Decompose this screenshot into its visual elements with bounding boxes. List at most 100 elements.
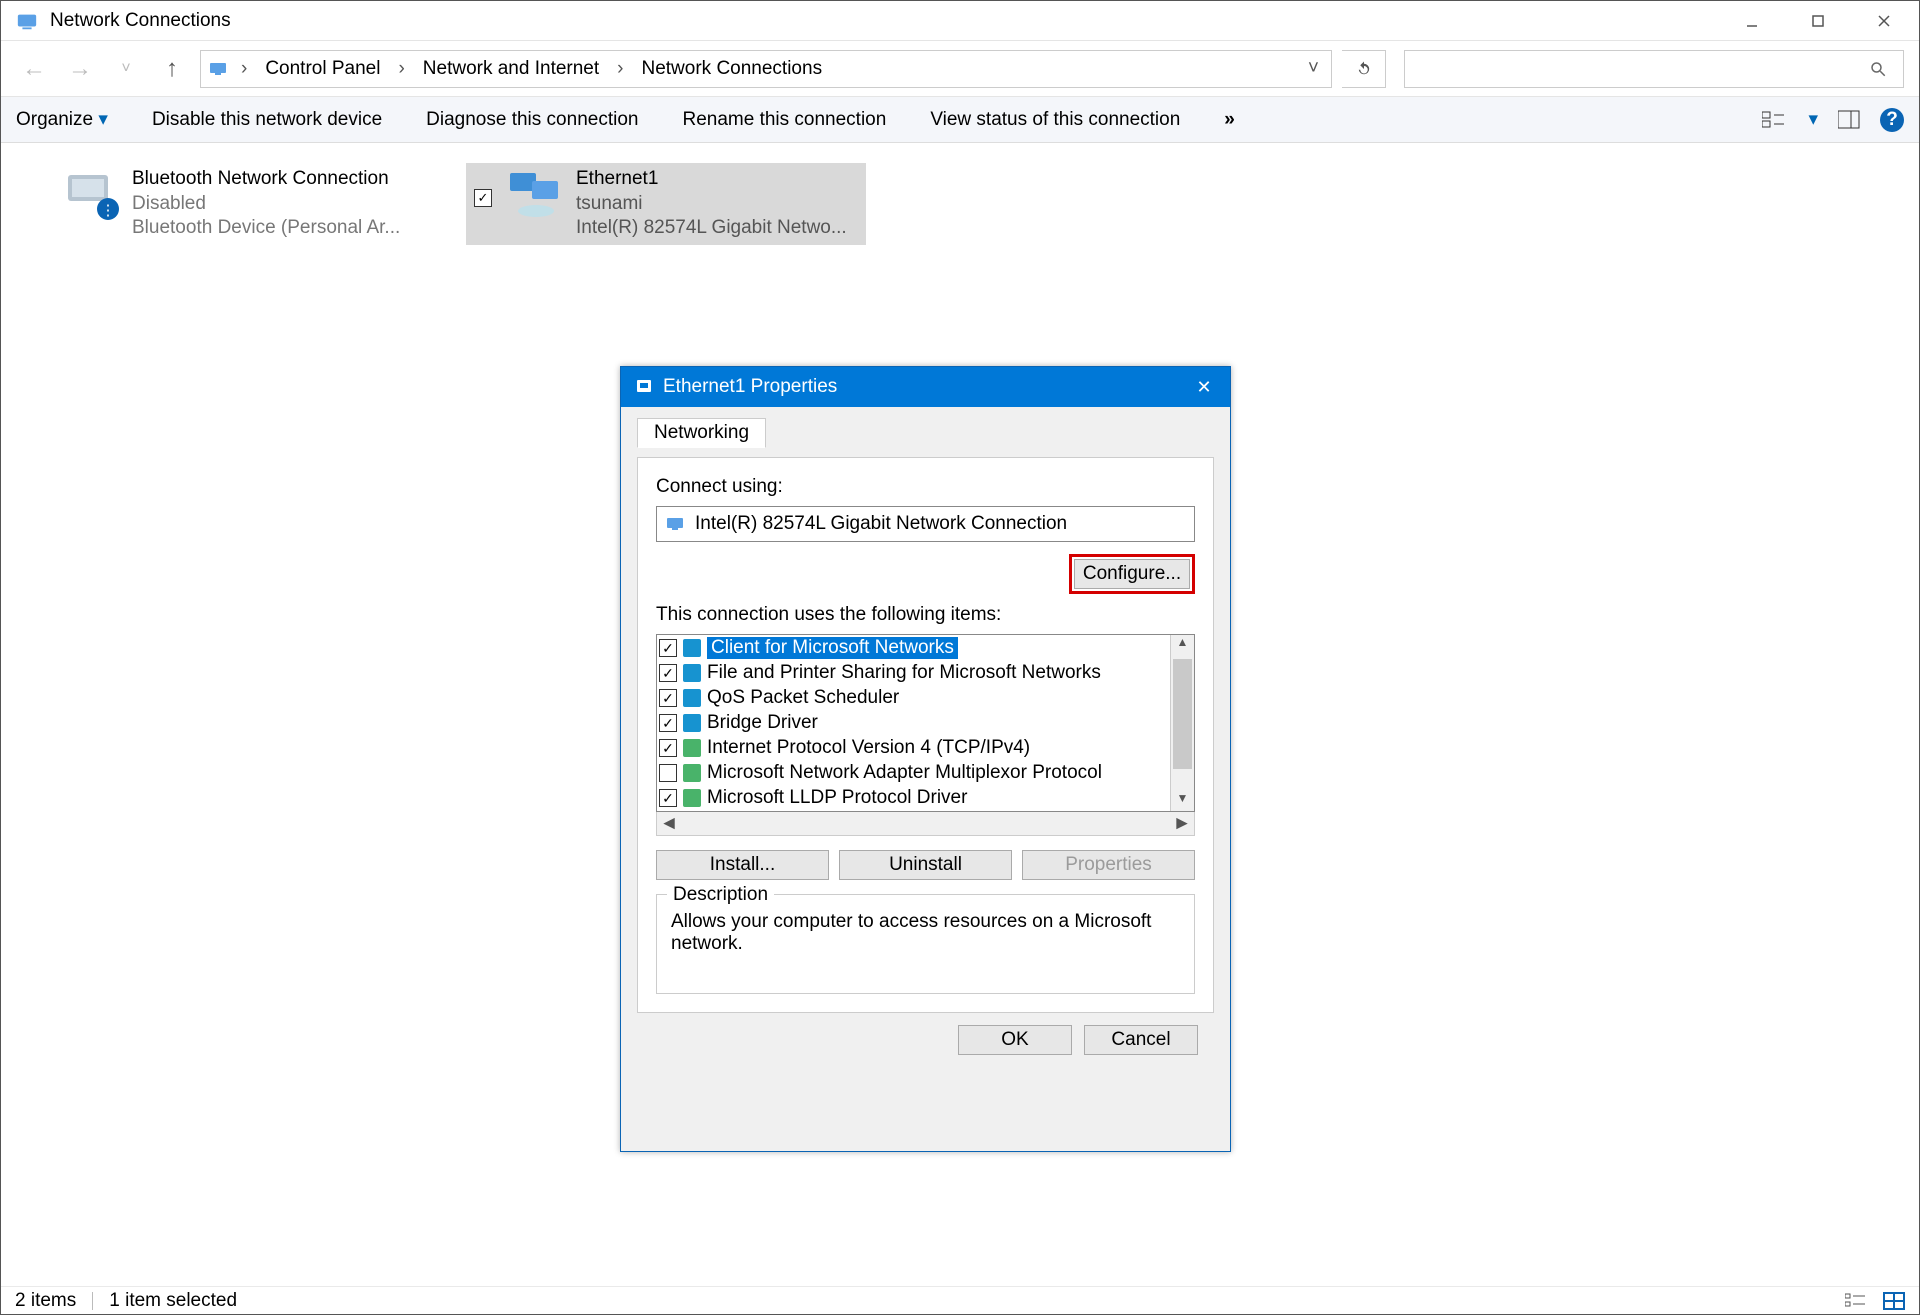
cancel-button[interactable]: Cancel [1084,1025,1198,1055]
properties-button[interactable]: Properties [1022,850,1195,880]
chevron-down-icon: ▾ [98,109,108,130]
dialog-close-button[interactable]: ✕ [1182,367,1226,407]
connection-item-bluetooth[interactable]: ⋮ Bluetooth Network Connection Disabled … [56,163,456,245]
item-checkbox[interactable]: ✓ [659,789,677,807]
scroll-left-icon[interactable]: ◄ [657,813,681,835]
crumb-network-connections[interactable]: Network Connections [635,58,828,80]
back-button[interactable]: ← [16,55,52,83]
search-icon [1869,60,1887,78]
view-options-dropdown[interactable]: ▾ [1808,108,1818,131]
configure-button[interactable]: Configure... [1074,559,1190,589]
details-view-button[interactable] [1845,1292,1867,1310]
item-checkbox[interactable]: ✓ [659,639,677,657]
network-component-icon [683,689,701,707]
items-label: This connection uses the following items… [656,604,1195,626]
list-item[interactable]: ✓Microsoft LLDP Protocol Driver [657,785,1170,810]
connection-device: Bluetooth Device (Personal Ar... [132,216,400,241]
tab-content: Connect using: Intel(R) 82574L Gigabit N… [637,457,1214,1013]
dialog-titlebar: Ethernet1 Properties ✕ [621,367,1230,407]
status-bar: 2 items 1 item selected [1,1286,1919,1314]
list-item[interactable]: ✓ Internet Protocol Version 4 (TCP/IPv4) [657,735,1170,760]
network-component-icon [683,714,701,732]
crumb-network-internet[interactable]: Network and Internet [417,58,605,80]
item-label: File and Printer Sharing for Microsoft N… [707,662,1101,684]
scroll-down-icon[interactable]: ▼ [1171,791,1194,811]
scroll-right-icon[interactable]: ► [1170,813,1194,835]
minimize-button[interactable] [1719,1,1785,41]
search-input[interactable] [1404,50,1904,88]
adapter-field[interactable]: Intel(R) 82574L Gigabit Network Connecti… [656,506,1195,542]
overflow-button[interactable]: » [1224,109,1235,131]
item-label: Microsoft Network Adapter Multiplexor Pr… [707,762,1102,784]
item-label: QoS Packet Scheduler [707,687,899,709]
item-checkbox[interactable]: ✓ [659,714,677,732]
navbar: ← → ˅ ↑ › Control Panel › Network and In… [1,41,1919,97]
adapter-name: Intel(R) 82574L Gigabit Network Connecti… [695,513,1067,535]
view-status-button[interactable]: View status of this connection [930,109,1180,131]
horizontal-scrollbar[interactable]: ◄ ► [656,812,1195,836]
connection-status: Disabled [132,192,400,217]
recent-dropdown[interactable]: ˅ [108,60,144,78]
close-button[interactable] [1851,1,1917,41]
protocol-icon [683,789,701,807]
protocol-icon [683,764,701,782]
item-checkbox[interactable]: ✓ [659,739,677,757]
command-bar: Organize ▾ Disable this network device D… [1,97,1919,143]
preview-pane-button[interactable] [1838,110,1860,130]
connection-item-ethernet1[interactable]: ✓ Ethernet1 tsunami Intel(R) 82574L Giga… [466,163,866,245]
uninstall-button[interactable]: Uninstall [839,850,1012,880]
adapter-icon [665,514,685,534]
dialog-title: Ethernet1 Properties [663,376,837,398]
item-label: Internet Protocol Version 4 (TCP/IPv4) [707,737,1030,759]
item-label: Client for Microsoft Networks [707,637,958,659]
list-item[interactable]: Microsoft Network Adapter Multiplexor Pr… [657,760,1170,785]
help-icon[interactable]: ? [1880,108,1904,132]
list-item[interactable]: ✓ File and Printer Sharing for Microsoft … [657,660,1170,685]
item-checkbox[interactable]: ✓ [659,664,677,682]
tab-strip: Networking [637,417,1214,447]
description-group: Description Allows your computer to acce… [656,894,1195,994]
list-item[interactable]: ✓Bridge Driver [657,710,1170,735]
ethernet-icon [635,378,653,396]
rename-button[interactable]: Rename this connection [682,109,886,131]
network-component-icon [683,664,701,682]
item-checkbox[interactable]: ✓ [659,689,677,707]
protocol-icon [683,739,701,757]
up-button[interactable]: ↑ [154,55,190,83]
list-item[interactable]: ✓ QoS Packet Scheduler [657,685,1170,710]
disable-device-button[interactable]: Disable this network device [152,109,382,131]
chevron-right-icon: › [394,58,408,80]
forward-button[interactable]: → [62,55,98,83]
scroll-thumb[interactable] [1173,659,1192,769]
address-bar[interactable]: › Control Panel › Network and Internet ›… [200,50,1332,88]
crumb-control-panel[interactable]: Control Panel [259,58,386,80]
chevron-right-icon: › [613,58,627,80]
connect-using-label: Connect using: [656,476,1195,498]
list-item[interactable]: ✓ Client for Microsoft Networks [657,635,1170,660]
install-button[interactable]: Install... [656,850,829,880]
item-checkbox[interactable] [659,764,677,782]
address-dropdown[interactable]: ˅ [1302,58,1325,80]
tab-networking[interactable]: Networking [637,418,766,448]
organize-menu[interactable]: Organize ▾ [16,108,108,131]
chevron-right-icon: › [237,58,251,80]
selection-count: 1 item selected [109,1290,237,1312]
description-label: Description [667,884,774,906]
connection-device: Intel(R) 82574L Gigabit Netwo... [576,216,847,241]
scroll-up-icon[interactable]: ▲ [1171,635,1194,655]
network-device-icon: ⋮ [64,167,120,223]
properties-dialog: Ethernet1 Properties ✕ Networking Connec… [620,366,1231,1152]
vertical-scrollbar[interactable]: ▲ ▼ [1170,635,1194,811]
items-listbox[interactable]: ✓ Client for Microsoft Networks ✓ File and … [656,634,1195,812]
diagnose-button[interactable]: Diagnose this connection [426,109,638,131]
ok-button[interactable]: OK [958,1025,1072,1055]
view-options-button[interactable] [1762,110,1788,130]
svg-text:⋮: ⋮ [101,202,116,219]
refresh-button[interactable] [1342,50,1386,88]
separator [92,1292,93,1310]
network-component-icon [683,639,701,657]
maximize-button[interactable] [1785,1,1851,41]
large-icons-view-button[interactable] [1883,1292,1905,1310]
connection-status: tsunami [576,192,847,217]
connection-checkbox[interactable]: ✓ [474,189,492,207]
